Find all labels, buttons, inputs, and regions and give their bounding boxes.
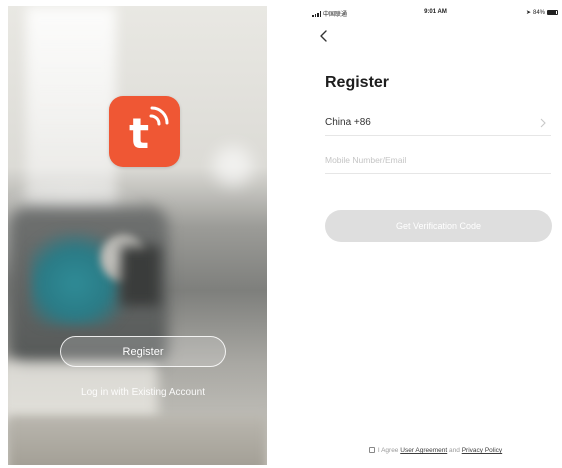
agreement-row: I Agree User Agreement and Privacy Polic… <box>309 447 562 454</box>
agree-prefix: I Agree <box>377 447 399 454</box>
logo-letter: t <box>129 109 149 158</box>
register-screen: 中国联通 9:01 AM ➤ 84% Register China +86 Ge… <box>309 6 562 465</box>
background-cushion <box>120 246 160 306</box>
agree-joiner: and <box>449 447 460 454</box>
background-window <box>26 6 116 221</box>
battery-icon <box>547 10 558 15</box>
checkbox-icon[interactable] <box>368 447 375 453</box>
privacy-policy-link[interactable]: Privacy Policy <box>462 447 502 454</box>
app-logo-icon: t <box>109 96 180 167</box>
wifi-icon <box>149 106 169 126</box>
register-button[interactable]: Register <box>60 336 226 367</box>
back-button[interactable] <box>317 28 333 44</box>
country-code-value: China +86 <box>325 117 371 128</box>
chevron-right-icon <box>540 118 546 128</box>
status-time: 9:01 AM <box>424 9 447 15</box>
login-existing-account-link[interactable]: Log in with Existing Account <box>38 387 248 398</box>
welcome-screen: t Register Log in with Existing Account <box>8 6 267 465</box>
background-floor <box>8 416 267 465</box>
back-chevron-icon <box>320 30 327 42</box>
status-bar: 中国联通 9:01 AM ➤ 84% <box>309 6 562 20</box>
location-icon: ➤ <box>525 10 531 16</box>
account-input[interactable] <box>325 151 551 169</box>
background-light <box>213 146 253 186</box>
account-field-row <box>325 149 551 174</box>
page-title: Register <box>325 74 390 91</box>
country-selector[interactable]: China +86 <box>325 112 551 136</box>
user-agreement-link[interactable]: User Agreement <box>400 447 447 454</box>
battery-percent: 84% <box>532 9 545 16</box>
get-verification-code-button[interactable]: Get Verification Code <box>325 210 552 242</box>
